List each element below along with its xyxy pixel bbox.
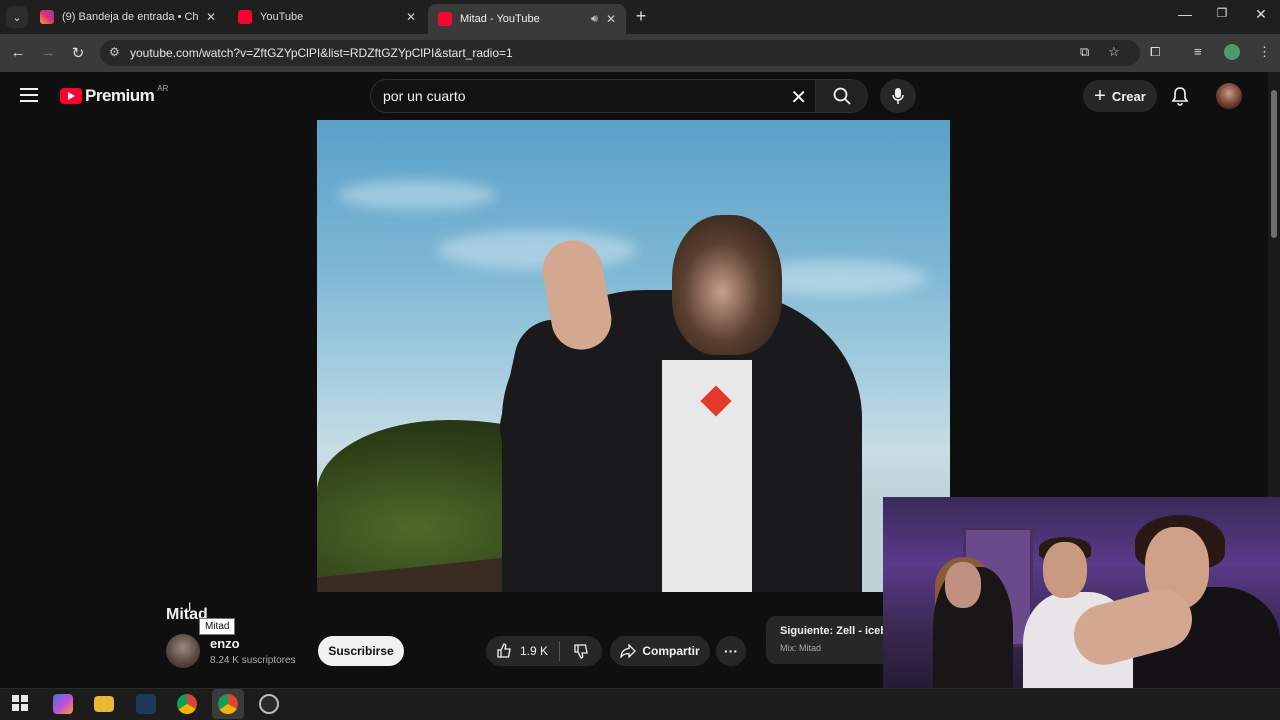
channel-name[interactable]: enzo [210,636,240,651]
install-app-icon[interactable]: ⧉ [1080,44,1089,60]
close-window-button[interactable]: ✕ [1246,6,1276,23]
app-icon[interactable] [136,694,156,714]
scrollbar-thumb[interactable] [1271,90,1277,238]
title-tooltip: Mitad [199,618,236,635]
bell-icon [1171,87,1189,106]
text-cursor-icon: I [188,600,192,614]
up-next-mix: Mix: Mitad [780,643,822,653]
bookmark-star-icon[interactable]: ☆ [1108,44,1120,60]
dislike-button[interactable] [560,643,602,659]
extensions-icon[interactable]: ⧠ [1150,44,1160,60]
reload-icon[interactable]: ↻ [68,44,88,62]
share-button[interactable]: Compartir [610,636,710,666]
create-label: Crear [1111,88,1146,104]
close-icon[interactable]: ✕ [206,10,216,24]
channel-avatar[interactable] [166,634,200,668]
search-value: por un cuarto [383,88,466,104]
plus-icon: + [1094,84,1106,107]
url-bar[interactable]: ⚙ youtube.com/watch?v=ZftGZYpClPI&list=R… [100,40,1140,66]
youtube-icon [438,12,452,26]
new-tab-button[interactable]: + [632,6,650,26]
subscriber-count: 8.24 K suscriptores [210,655,296,666]
subscribe-button[interactable]: Suscribirse [318,636,404,666]
share-label: Compartir [642,644,700,658]
like-button[interactable]: 1.9 K [486,641,560,661]
cloud [337,180,497,210]
tab-title: Mitad - YouTube [460,13,540,25]
url-text: youtube.com/watch?v=ZftGZYpClPI&list=RDZ… [130,46,513,60]
forward-icon[interactable]: → [38,44,58,61]
site-settings-icon[interactable]: ⚙ [109,45,120,59]
search-button[interactable] [816,79,868,113]
chrome-icon[interactable] [218,694,238,714]
tab-title: YouTube [260,11,304,23]
minimize-button[interactable]: — [1170,6,1200,22]
country-code: AR [157,83,169,93]
copilot-icon[interactable] [53,694,73,714]
logo-text: Premium [85,86,155,105]
like-dislike-group: 1.9 K [486,636,602,666]
speaker-icon[interactable]: 🔊︎ [591,13,598,26]
back-icon[interactable]: ← [8,44,28,61]
tab-mitad[interactable]: Mitad - YouTube 🔊︎ ✕ [428,4,626,34]
tab-instagram[interactable]: (9) Bandeja de entrada • Chats ✕ [30,4,226,30]
profile-icon[interactable] [1224,44,1240,60]
create-button[interactable]: + Crear [1083,80,1157,112]
share-icon [620,644,637,658]
windows-logo-icon [12,695,28,711]
close-icon[interactable]: ✕ [606,12,616,26]
search-input[interactable]: por un cuarto ✕ [370,79,816,113]
youtube-icon [60,88,82,104]
account-avatar[interactable] [1216,83,1242,109]
clear-search-icon[interactable]: ✕ [790,85,807,110]
person-head [672,215,782,355]
browser-menu-icon[interactable]: ⋮ [1258,44,1271,60]
file-explorer-icon[interactable] [94,696,114,712]
notifications-button[interactable] [1170,86,1190,111]
obs-icon[interactable] [259,694,279,714]
search-icon [833,87,851,105]
person-face [945,562,981,608]
microphone-icon [892,88,904,104]
instagram-icon [40,10,54,24]
webcam-overlay [883,497,1280,720]
cloud [437,230,637,270]
more-horizontal-icon: ··· [724,643,738,659]
tab-youtube[interactable]: YouTube ✕ [228,4,426,30]
video-player[interactable] [317,120,950,592]
tab-search-dropdown[interactable]: ⌄ [6,6,28,28]
like-count: 1.9 K [520,644,549,658]
youtube-premium-logo[interactable]: Premium AR [60,83,169,106]
windows-start-button[interactable] [11,694,31,714]
thumbs-down-icon [574,644,588,659]
thumbs-up-icon [497,643,511,658]
tab-title: (9) Bandeja de entrada • Chats [62,11,198,23]
person-face [1043,542,1087,598]
close-icon[interactable]: ✕ [406,10,416,24]
up-next-card[interactable]: Siguiente: Zell - iceb Mix: Mitad [766,616,886,664]
youtube-icon [238,10,252,24]
voice-search-button[interactable] [880,79,916,113]
hamburger-menu-icon[interactable] [20,88,38,102]
up-next-title: Siguiente: Zell - iceb [780,625,886,637]
more-actions-button[interactable]: ··· [716,636,746,666]
media-control-icon[interactable]: ≡ [1194,44,1202,59]
maximize-button[interactable]: ❐ [1207,6,1237,20]
chrome-icon[interactable] [177,694,197,714]
